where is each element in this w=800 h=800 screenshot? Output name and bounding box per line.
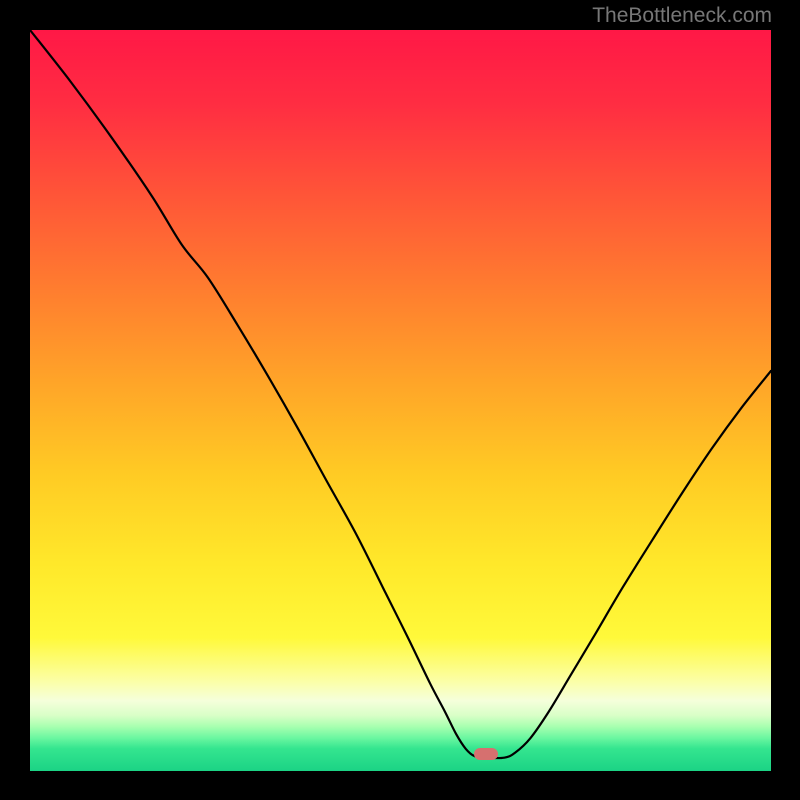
optimum-marker — [474, 748, 498, 760]
background-gradient — [30, 30, 771, 771]
chart-frame: TheBottleneck.com — [0, 0, 800, 800]
plot-area — [30, 30, 771, 771]
attribution-label: TheBottleneck.com — [592, 4, 772, 28]
